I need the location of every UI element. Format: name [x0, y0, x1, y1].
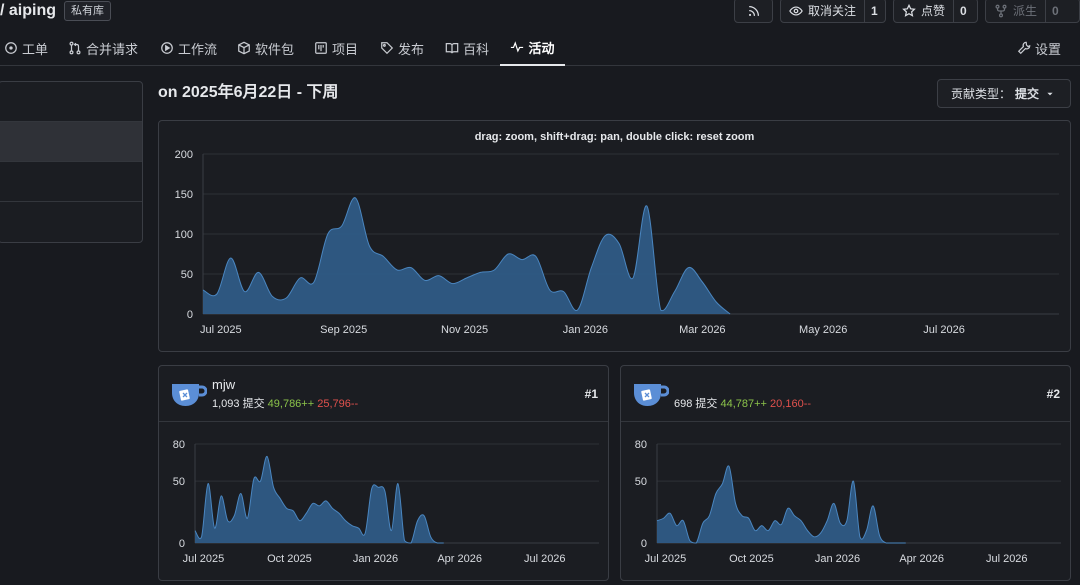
actions-icon	[160, 41, 174, 55]
tab-label: 工作流	[178, 41, 218, 57]
y-tick-label: 50	[181, 269, 193, 281]
tab-label: 项目	[332, 41, 359, 57]
x-tick-label: Apr 2026	[899, 553, 944, 565]
x-tick-label: Jan 2026	[353, 553, 398, 565]
y-tick-label: 0	[187, 309, 193, 321]
x-tick-label: May 2026	[799, 324, 847, 336]
x-tick-label: Jan 2026	[815, 553, 860, 565]
x-tick-label: Jul 2026	[986, 553, 1028, 565]
contributor-card: 698 提交 44,787++ 20,160-- #2 0 50 80 Jul 202…	[620, 365, 1071, 581]
pulse-icon	[510, 40, 524, 54]
y-tick-label: 80	[173, 439, 185, 451]
y-tick-label: 100	[175, 229, 193, 241]
y-tick-label: 80	[635, 439, 647, 451]
tab-label: 软件包	[255, 41, 295, 57]
tab-wiki[interactable]: 百科	[439, 30, 495, 66]
tab-settings[interactable]: 设置	[1011, 30, 1067, 66]
x-tick-label: Jul 2025	[200, 324, 242, 336]
period-sidebar	[0, 81, 143, 243]
fork-icon	[994, 4, 1008, 18]
tools-icon	[1017, 41, 1031, 55]
rss-icon	[747, 4, 761, 18]
series-area	[657, 465, 906, 543]
sidebar-item[interactable]	[0, 162, 142, 202]
commits-chart-panel: drag: zoom, shift+drag: pan, double clic…	[158, 120, 1071, 352]
tab-label: 合并请求	[86, 41, 139, 57]
repo-title[interactable]: / aiping	[0, 0, 56, 22]
x-tick-label: Jan 2026	[563, 324, 608, 336]
tab-label: 活动	[528, 40, 555, 56]
watch-button[interactable]: 取消关注 1	[780, 0, 886, 23]
y-tick-label: 150	[175, 189, 193, 201]
sidebar-item[interactable]	[0, 202, 142, 242]
tab-label: 发布	[398, 41, 425, 57]
rss-button[interactable]	[734, 0, 773, 23]
repo-tabs: 工单 合并请求 工作流 软件包 项目 发布 百科 活动 设置	[0, 30, 1080, 66]
x-tick-label: Mar 2026	[679, 324, 725, 336]
watch-count[interactable]: 1	[864, 0, 884, 22]
contributor-area-chart[interactable]: 0 50 80 Jul 2025 Oct 2025 Jan 2026 Apr 2026 Jul…	[621, 366, 1072, 582]
commits-area-chart[interactable]: 0 50 100 150 200 Jul 2025 Sep 2025 Nov 2025 Jan …	[159, 121, 1072, 353]
x-tick-label: Jul 2025	[645, 553, 687, 565]
tab-label: 设置	[1035, 41, 1062, 57]
tab-projects[interactable]: 项目	[308, 30, 364, 66]
y-tick-label: 0	[641, 538, 647, 550]
star-icon	[902, 3, 916, 18]
x-tick-label: Apr 2026	[437, 553, 482, 565]
contribution-type-value: 提交	[1015, 87, 1040, 101]
tag-icon	[380, 41, 394, 55]
book-icon	[445, 41, 459, 55]
contributor-card: mjw 1,093 提交 49,786++ 25,796-- #1 0 50 80 J…	[158, 365, 609, 581]
tab-activity[interactable]: 活动	[500, 30, 565, 66]
series-area	[203, 197, 731, 314]
contribution-type-select[interactable]: 贡献类型： 提交	[937, 79, 1071, 108]
star-label: 点赞	[921, 4, 946, 18]
x-tick-label: Jul 2026	[923, 324, 965, 336]
eye-icon	[789, 4, 803, 18]
x-tick-label: Jul 2026	[524, 553, 566, 565]
tab-pull-requests[interactable]: 合并请求	[62, 30, 144, 66]
issue-icon	[4, 41, 18, 55]
star-count[interactable]: 0	[953, 0, 973, 22]
x-tick-label: Nov 2025	[441, 324, 488, 336]
repo-header: / aiping 私有库 取消关注 1 点赞 0 派生 0	[0, 0, 1080, 24]
fork-count[interactable]: 0	[1045, 0, 1065, 22]
tab-packages[interactable]: 软件包	[231, 30, 300, 66]
watch-label: 取消关注	[808, 4, 857, 18]
x-tick-label: Jul 2025	[183, 553, 225, 565]
activity-page: / aiping 私有库 取消关注 1 点赞 0 派生 0 工单 合并请求 工作…	[0, 0, 1080, 585]
y-tick-label: 50	[635, 476, 647, 488]
x-tick-label: Sep 2025	[320, 324, 367, 336]
sidebar-item-active[interactable]	[0, 122, 142, 162]
star-button[interactable]: 点赞 0	[893, 0, 978, 23]
x-tick-label: Oct 2025	[267, 553, 312, 565]
tab-releases[interactable]: 发布	[374, 30, 430, 66]
sidebar-item[interactable]	[0, 82, 142, 122]
caret-down-icon	[1043, 87, 1057, 101]
tab-label: 工单	[22, 41, 49, 57]
y-tick-label: 200	[175, 149, 193, 161]
x-tick-label: Oct 2025	[729, 553, 774, 565]
contribution-type-label: 贡献类型：	[950, 87, 1011, 101]
tab-issues[interactable]: 工单	[0, 30, 54, 66]
y-tick-label: 50	[173, 476, 185, 488]
pull-request-icon	[68, 41, 82, 55]
period-title: on 2025年6月22日 - 下周	[158, 84, 339, 101]
series-area	[195, 456, 444, 543]
project-icon	[314, 41, 328, 55]
tab-actions[interactable]: 工作流	[154, 30, 223, 66]
y-tick-label: 0	[179, 538, 185, 550]
contributor-area-chart[interactable]: 0 50 80 Jul 2025 Oct 2025 Jan 2026 Apr 2026 Jul…	[159, 366, 610, 582]
fork-label: 派生	[1013, 4, 1038, 18]
fork-button[interactable]: 派生 0	[985, 0, 1080, 23]
package-icon	[237, 41, 251, 55]
tab-label: 百科	[463, 41, 490, 57]
private-badge: 私有库	[64, 1, 111, 21]
